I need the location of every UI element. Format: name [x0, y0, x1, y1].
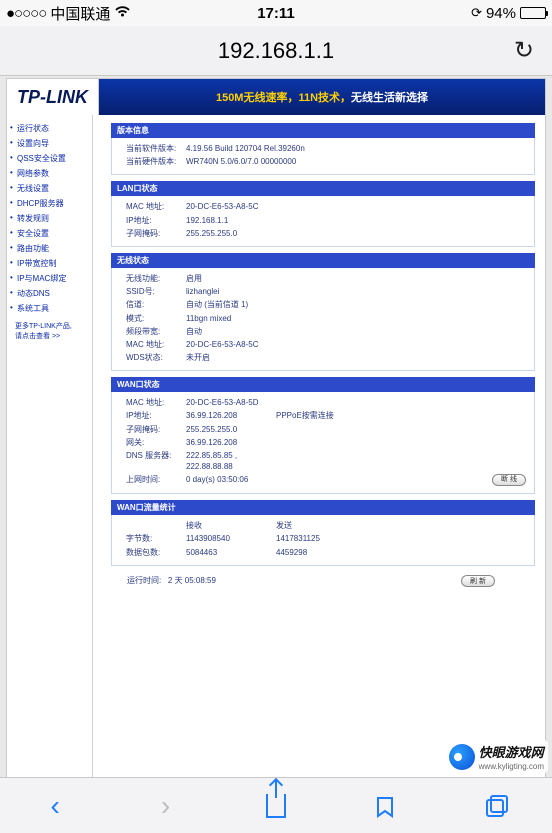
tabs-button[interactable]	[482, 791, 512, 821]
clock: 17:11	[186, 5, 366, 22]
content-area: 版本信息当前软件版本:4.19.56 Build 120704 Rel.3926…	[93, 115, 545, 777]
rotation-lock-icon: ⟳	[471, 5, 482, 21]
sidebar-item[interactable]: 无线设置	[7, 181, 92, 196]
share-button[interactable]	[261, 791, 291, 821]
info-row: IP地址:36.99.126.208PPPoE按需连接	[126, 409, 526, 422]
sidebar-item[interactable]: 转发规则	[7, 211, 92, 226]
carrier-label: 中国联通	[50, 3, 110, 24]
info-row: 字节数:11439085401417831125	[126, 532, 526, 545]
info-row: DNS 服务器:222.85.85.85 , 222.88.88.88	[126, 449, 526, 473]
brand-bar: TP-LINK 150M无线速率，11N技术， 无线生活新选择	[7, 79, 545, 115]
info-row: 数据包数:50844634459298	[126, 546, 526, 559]
reload-icon[interactable]: ↻	[514, 36, 534, 65]
slogan: 150M无线速率，11N技术， 无线生活新选择	[99, 79, 545, 115]
info-row: 子网掩码:255.255.255.0	[126, 227, 526, 240]
page-viewport: TP-LINK 150M无线速率，11N技术， 无线生活新选择 运行状态设置向导…	[0, 76, 552, 777]
info-row: MAC 地址:20-DC-E6-53-A8-5C	[126, 200, 526, 213]
bookmarks-button[interactable]	[371, 791, 401, 821]
watermark-icon	[449, 744, 475, 770]
sidebar-item[interactable]: QSS安全设置	[7, 151, 92, 166]
panel-traffic: WAN口流量统计接收发送字节数:11439085401417831125数据包数…	[111, 500, 535, 566]
info-row: 模式:11bgn mixed	[126, 312, 526, 325]
info-row: 当前硬件版本:WR740N 5.0/6.0/7.0 00000000	[126, 155, 526, 168]
signal-dots: ●○○○○	[6, 5, 46, 22]
panel-version: 版本信息当前软件版本:4.19.56 Build 120704 Rel.3926…	[111, 123, 535, 175]
info-row: MAC 地址:20-DC-E6-53-A8-5D	[126, 396, 526, 409]
safari-toolbar: ‹ ›	[0, 777, 552, 833]
sidebar: 运行状态设置向导QSS安全设置网络参数无线设置DHCP服务器转发规则安全设置路由…	[7, 115, 93, 777]
back-button[interactable]: ‹	[40, 791, 70, 821]
panel-wifi: 无线状态无线功能:启用SSID号:lizhanglei信道:自动 (当前信道 1…	[111, 253, 535, 371]
browser-address-bar[interactable]: 192.168.1.1 ↻	[0, 26, 552, 76]
info-row: IP地址:192.168.1.1	[126, 214, 526, 227]
wifi-icon	[114, 5, 131, 22]
info-row: 子网掩码:255.255.255.0	[126, 423, 526, 436]
info-row: WDS状态:未开启	[126, 351, 526, 364]
info-row: 无线功能:启用	[126, 272, 526, 285]
sidebar-item[interactable]: DHCP服务器	[7, 196, 92, 211]
info-row: MAC 地址:20-DC-E6-53-A8-5C	[126, 338, 526, 351]
sidebar-item[interactable]: 网络参数	[7, 166, 92, 181]
sidebar-item[interactable]: IP与MAC绑定	[7, 271, 92, 286]
sidebar-item[interactable]: 路由功能	[7, 241, 92, 256]
ios-status-bar: ●○○○○ 中国联通 17:11 ⟳ 94%	[0, 0, 552, 26]
sidebar-item[interactable]: 设置向导	[7, 136, 92, 151]
info-row: SSID号:lizhanglei	[126, 285, 526, 298]
sidebar-item[interactable]: 系统工具	[7, 301, 92, 316]
watermark: 快眼游戏网 www.kyligting.com	[445, 740, 548, 773]
refresh-button[interactable]: 刷 新	[461, 575, 495, 587]
panel-lan: LAN口状态MAC 地址:20-DC-E6-53-A8-5CIP地址:192.1…	[111, 181, 535, 247]
url-text: 192.168.1.1	[218, 38, 334, 64]
battery-percent: 94%	[486, 5, 516, 22]
panel-wan: WAN口状态MAC 地址:20-DC-E6-53-A8-5DIP地址:36.99…	[111, 377, 535, 494]
table-header: 接收发送	[126, 519, 526, 532]
info-row: 频段带宽:自动	[126, 325, 526, 338]
more-products-link[interactable]: 更多TP-LINK产品,请点击查看 >>	[7, 316, 92, 342]
tplink-logo: TP-LINK	[7, 79, 99, 115]
forward-button[interactable]: ›	[151, 791, 181, 821]
sidebar-item[interactable]: 运行状态	[7, 121, 92, 136]
info-row: 网关:36.99.126.208	[126, 436, 526, 449]
sidebar-item[interactable]: 安全设置	[7, 226, 92, 241]
info-row: 信道:自动 (当前信道 1)	[126, 298, 526, 311]
sidebar-item[interactable]: IP带宽控制	[7, 256, 92, 271]
runtime-row: 运行时间: 2 天 05:08:59 刷 新	[111, 572, 535, 586]
disconnect-button[interactable]: 断 线	[492, 474, 526, 486]
info-row: 当前软件版本:4.19.56 Build 120704 Rel.39260n	[126, 142, 526, 155]
info-row: 上网时间:0 day(s) 03:50:06断 线	[126, 473, 526, 487]
battery-icon	[520, 7, 546, 19]
sidebar-item[interactable]: 动态DNS	[7, 286, 92, 301]
